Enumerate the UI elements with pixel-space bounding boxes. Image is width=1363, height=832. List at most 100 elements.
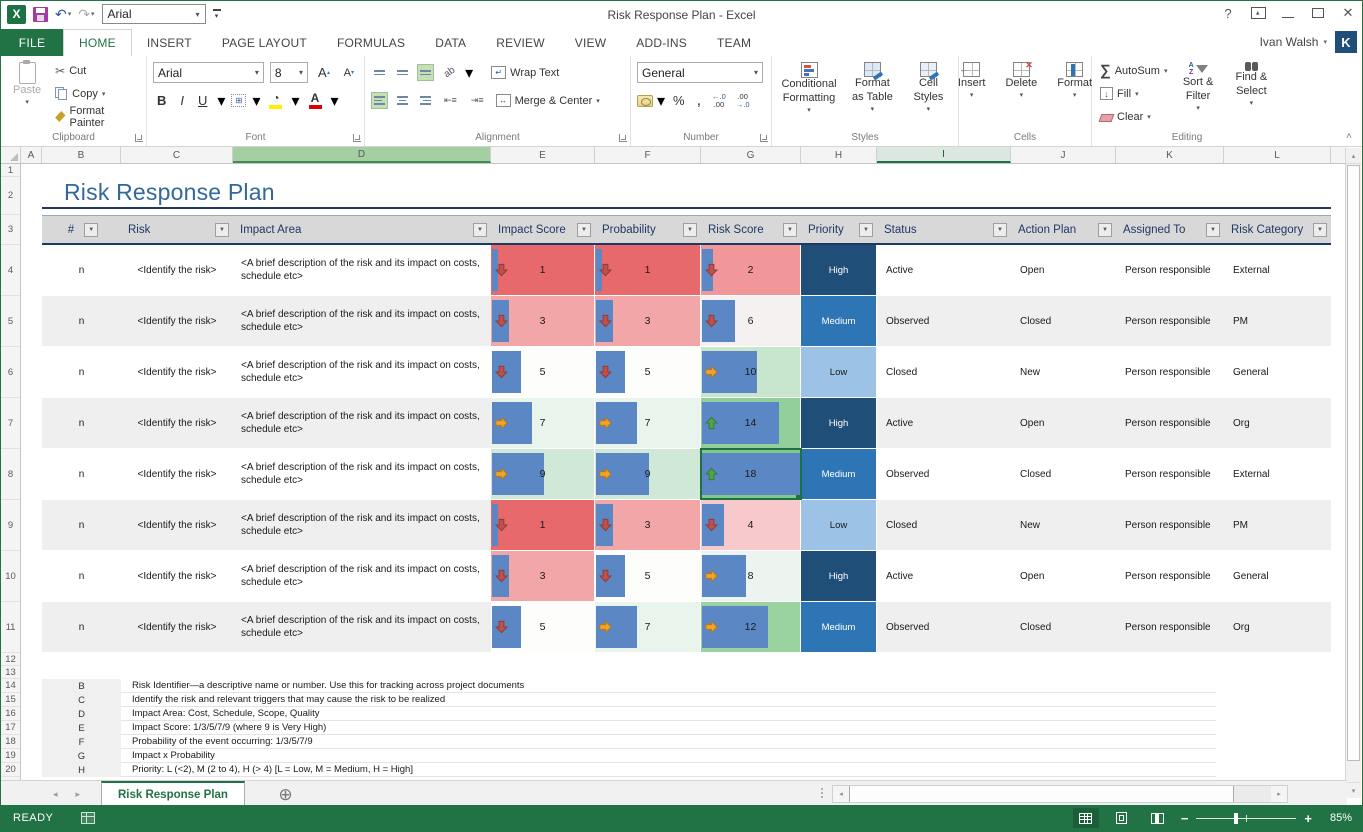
- row-header-20[interactable]: 20: [1, 763, 20, 777]
- legend-text[interactable]: Impact Score: 1/3/5/7/9 (where 9 is Very…: [121, 721, 1216, 735]
- excel-logo-icon[interactable]: X: [7, 5, 26, 24]
- sheet-title[interactable]: Risk Response Plan: [42, 177, 1331, 209]
- row-header-18[interactable]: 18: [1, 735, 20, 749]
- cell-probability[interactable]: 1: [595, 245, 701, 295]
- close-button[interactable]: ✕: [1340, 3, 1356, 23]
- table-header-action-plan[interactable]: Action Plan▼: [1011, 216, 1116, 243]
- scroll-right-button[interactable]: ▸: [1271, 786, 1287, 802]
- cell-assigned-to[interactable]: Person responsible: [1116, 551, 1224, 601]
- row-header-15[interactable]: 15: [1, 693, 20, 707]
- table-header-impact-area[interactable]: Impact Area▼: [233, 216, 491, 243]
- align-center-button[interactable]: [394, 92, 411, 109]
- dialog-launcher-icon[interactable]: [353, 134, 361, 142]
- cell-assigned-to[interactable]: Person responsible: [1116, 245, 1224, 295]
- cell-action-plan[interactable]: Closed: [1011, 602, 1116, 652]
- borders-button[interactable]: ⊞: [231, 94, 246, 107]
- row-header-14[interactable]: 14: [1, 679, 20, 693]
- row-header-11[interactable]: 11: [1, 602, 20, 653]
- filter-button[interactable]: ▼: [84, 223, 98, 237]
- table-header-probability[interactable]: Probability▼: [595, 216, 701, 243]
- tab-file[interactable]: FILE: [1, 29, 63, 56]
- row-header-16[interactable]: 16: [1, 707, 20, 721]
- cell-action-plan[interactable]: Open: [1011, 398, 1116, 448]
- undo-button[interactable]: ↶▾: [55, 6, 71, 23]
- cell-risk[interactable]: <Identify the risk>: [121, 245, 233, 295]
- shrink-font-button[interactable]: A▾: [340, 62, 358, 83]
- row-header-19[interactable]: 19: [1, 749, 20, 763]
- legend-text[interactable]: Identify the risk and relevant triggers …: [121, 693, 1216, 707]
- font-name-combo[interactable]: Arial▾: [153, 62, 264, 83]
- tab-review[interactable]: REVIEW: [481, 29, 560, 56]
- underline-button[interactable]: U: [194, 90, 211, 111]
- column-header-J[interactable]: J: [1011, 147, 1116, 163]
- cell-impact-area[interactable]: <A brief description of the risk and its…: [233, 602, 491, 652]
- sheet-tab[interactable]: Risk Response Plan: [101, 781, 245, 808]
- cell-priority[interactable]: Medium: [801, 296, 877, 346]
- cell-risk-category[interactable]: PM: [1224, 500, 1331, 550]
- legend-key[interactable]: G: [42, 749, 121, 763]
- zoom-level[interactable]: 85%: [1322, 812, 1352, 824]
- cell-impact-area[interactable]: <A brief description of the risk and its…: [233, 449, 491, 499]
- help-button[interactable]: ?: [1220, 3, 1236, 23]
- row-header-12[interactable]: 12: [1, 653, 20, 666]
- chevron-down-icon[interactable]: ▾: [217, 91, 225, 110]
- increase-decimal-button[interactable]: ←.0.00: [709, 93, 729, 109]
- cell-probability[interactable]: 3: [595, 296, 701, 346]
- cell-probability[interactable]: 7: [595, 398, 701, 448]
- table-header-risk-score[interactable]: Risk Score▼: [701, 216, 801, 243]
- legend-text[interactable]: Risk Identifier—a descriptive name or nu…: [121, 679, 1216, 693]
- horizontal-scrollbar[interactable]: ◂ ▸: [832, 785, 1288, 803]
- cell-risk[interactable]: <Identify the risk>: [121, 500, 233, 550]
- cell-status[interactable]: Active: [877, 245, 1011, 295]
- table-header--[interactable]: #▼: [42, 216, 121, 243]
- cell-assigned-to[interactable]: Person responsible: [1116, 398, 1224, 448]
- fill-color-button[interactable]: ◔: [266, 90, 285, 111]
- row-header-17[interactable]: 17: [1, 721, 20, 735]
- cell-probability[interactable]: 5: [595, 551, 701, 601]
- conditional-formatting-button[interactable]: Conditional Formatting▾: [778, 60, 840, 129]
- tab-insert[interactable]: INSERT: [132, 29, 207, 56]
- paste-button[interactable]: Paste▾: [7, 60, 47, 129]
- cell-status[interactable]: Closed: [877, 347, 1011, 397]
- cell-status[interactable]: Active: [877, 551, 1011, 601]
- row-header-8[interactable]: 8: [1, 449, 20, 500]
- cell-risk-category[interactable]: PM: [1224, 296, 1331, 346]
- next-sheet-button[interactable]: ▸: [76, 789, 81, 800]
- horizontal-scroll-thumb[interactable]: [849, 786, 1234, 802]
- cell-probability[interactable]: 3: [595, 500, 701, 550]
- zoom-slider-thumb[interactable]: [1234, 813, 1238, 824]
- zoom-in-button[interactable]: +: [1304, 811, 1312, 826]
- delete-cells-button[interactable]: ✕Delete▾: [999, 60, 1043, 129]
- cell-risk[interactable]: <Identify the risk>: [121, 398, 233, 448]
- accounting-format-icon[interactable]: [637, 95, 653, 107]
- avatar[interactable]: K: [1335, 31, 1357, 53]
- cell-impact-area[interactable]: <A brief description of the risk and its…: [233, 398, 491, 448]
- cell-action-plan[interactable]: Closed: [1011, 449, 1116, 499]
- row-header-10[interactable]: 10: [1, 551, 20, 602]
- cell-priority[interactable]: High: [801, 398, 877, 448]
- legend-text[interactable]: Impact Area: Cost, Schedule, Scope, Qual…: [121, 707, 1216, 721]
- tab-team[interactable]: TEAM: [702, 29, 766, 56]
- table-header-priority[interactable]: Priority▼: [801, 216, 877, 243]
- cell-status[interactable]: Observed: [877, 296, 1011, 346]
- row-header-1[interactable]: 1: [1, 164, 20, 177]
- zoom-out-button[interactable]: −: [1181, 811, 1189, 826]
- cell-risk-score[interactable]: 4: [701, 500, 801, 550]
- cut-button[interactable]: ✂Cut: [53, 60, 140, 81]
- orientation-button[interactable]: ab: [436, 58, 464, 86]
- wrap-text-button[interactable]: ↵Wrap Text: [489, 62, 561, 83]
- legend-text[interactable]: Priority: L (<2), M (2 to 4), H (> 4) [L…: [121, 763, 1216, 777]
- copy-button[interactable]: Copy▾: [53, 83, 140, 104]
- cell-risk-score[interactable]: 2: [701, 245, 801, 295]
- legend-key[interactable]: H: [42, 763, 121, 777]
- autosum-button[interactable]: ∑AutoSum▾: [1098, 60, 1169, 81]
- column-header-F[interactable]: F: [595, 147, 701, 163]
- cell-status[interactable]: Active: [877, 398, 1011, 448]
- cell-priority[interactable]: Low: [801, 347, 877, 397]
- format-as-table-button[interactable]: Format as Table▾: [844, 60, 901, 129]
- filter-button[interactable]: ▼: [1313, 223, 1327, 237]
- row-header-4[interactable]: 4: [1, 245, 20, 296]
- legend-key[interactable]: E: [42, 721, 121, 735]
- save-icon[interactable]: [33, 7, 48, 22]
- row-header-13[interactable]: 13: [1, 666, 20, 679]
